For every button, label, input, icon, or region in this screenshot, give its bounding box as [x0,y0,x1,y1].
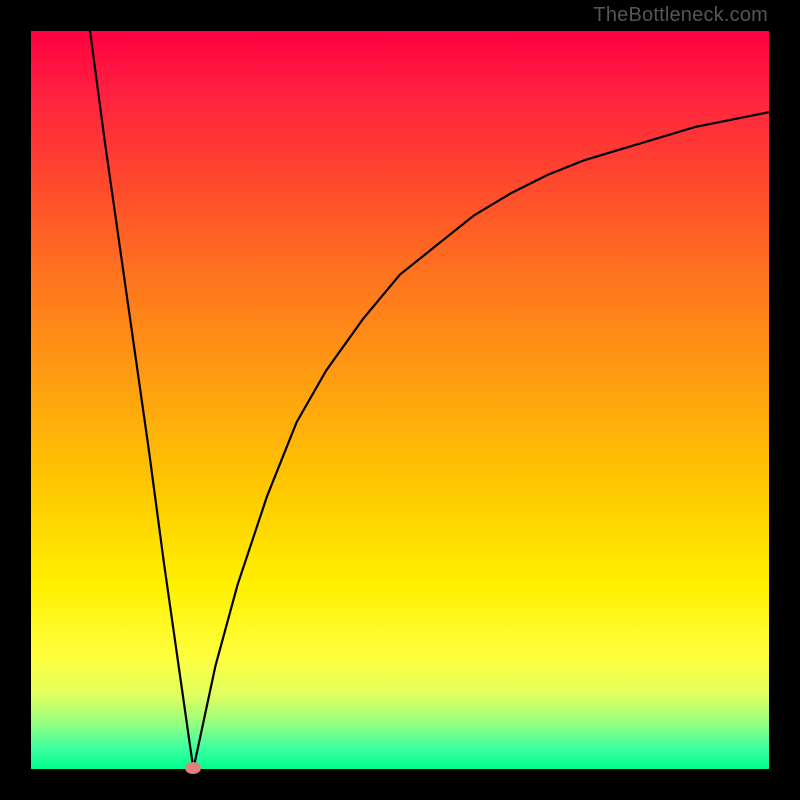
chart-plot-area [31,31,769,769]
minimum-marker [185,762,201,774]
bottleneck-curve [31,31,769,769]
watermark-text: TheBottleneck.com [593,4,768,27]
